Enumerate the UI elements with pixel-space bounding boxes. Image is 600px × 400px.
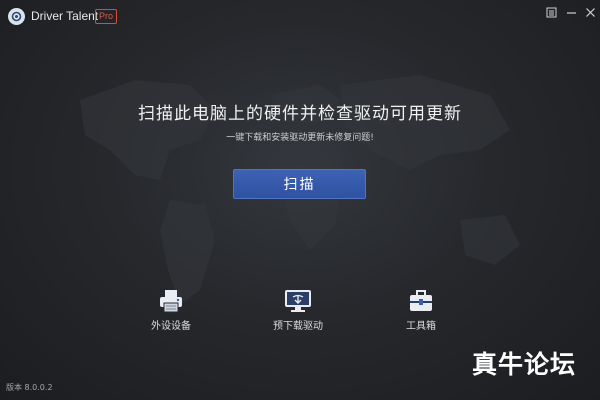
peripherals-tool[interactable]: 外设设备 [131, 284, 211, 334]
menu-icon[interactable] [542, 4, 560, 20]
forum-watermark: 真牛论坛 [472, 350, 577, 379]
predownload-driver-tool[interactable]: 预下载驱动 [258, 284, 338, 334]
printer-icon [131, 284, 211, 314]
toolbox-icon [381, 284, 461, 314]
app-title: Driver Talent [31, 9, 99, 23]
pro-edition-badge: Pro [95, 9, 118, 24]
version-label: 版本 8.0.0.2 [6, 383, 53, 392]
minimize-icon[interactable] [562, 4, 580, 20]
monitor-download-icon [258, 284, 338, 314]
scan-button[interactable]: 扫描 [233, 169, 366, 199]
title-bar: Driver Talent Pro [0, 0, 600, 32]
scan-headline: 扫描此电脑上的硬件并检查驱动可用更新 [138, 104, 462, 124]
tool-label: 工具箱 [406, 321, 436, 332]
scan-subline: 一键下载和安装驱动更新未修复问题! [226, 133, 374, 143]
tool-label: 外设设备 [151, 321, 191, 332]
app-logo-icon [8, 8, 25, 25]
driver-talent-window: Driver Talent Pro 扫描此电脑上的硬件并检查驱动可用更新 一键下… [0, 0, 600, 400]
close-icon[interactable] [581, 4, 599, 20]
toolbox-tool[interactable]: 工具箱 [381, 284, 461, 334]
tool-label: 预下载驱动 [273, 321, 323, 332]
